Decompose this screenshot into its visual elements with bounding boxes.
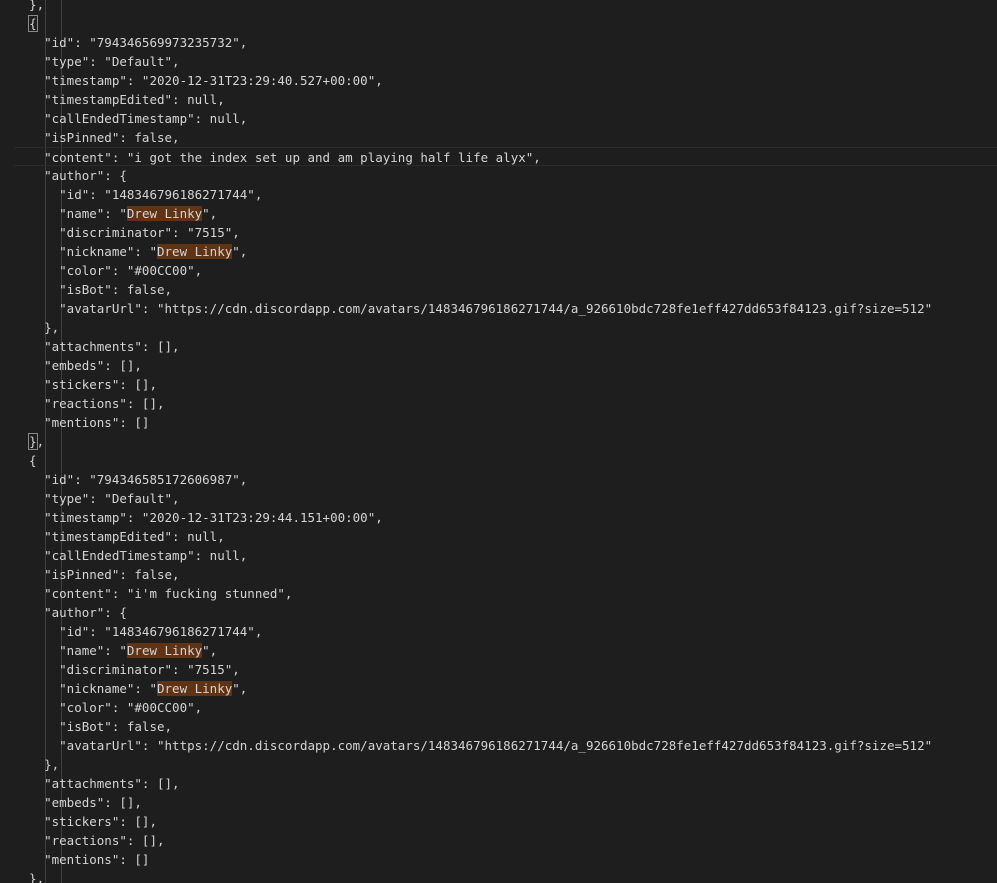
code-line[interactable]: "id": "148346796186271744",: [0, 622, 997, 641]
code-line[interactable]: "stickers": [],: [0, 812, 997, 831]
code-line[interactable]: "callEndedTimestamp": null,: [0, 546, 997, 565]
code-line[interactable]: "discriminator": "7515",: [0, 660, 997, 679]
code-line[interactable]: "name": "Drew Linky",: [0, 641, 997, 660]
code-line[interactable]: "timestampEdited": null,: [0, 90, 997, 109]
code-line[interactable]: "avatarUrl": "https://cdn.discordapp.com…: [0, 299, 997, 318]
code-line[interactable]: {: [0, 451, 997, 470]
code-line[interactable]: "color": "#00CC00",: [0, 698, 997, 717]
code-line[interactable]: "mentions": []: [0, 850, 997, 869]
code-line[interactable]: "callEndedTimestamp": null,: [0, 109, 997, 128]
code-line[interactable]: },: [0, 0, 997, 14]
search-match-highlight: Drew Linky: [157, 244, 233, 259]
code-line[interactable]: "id": "148346796186271744",: [0, 185, 997, 204]
code-line[interactable]: "content": "i'm fucking stunned",: [0, 584, 997, 603]
search-match-highlight: Drew Linky: [126, 643, 203, 658]
code-line[interactable]: "color": "#00CC00",: [0, 261, 997, 280]
code-line[interactable]: },: [0, 869, 997, 883]
code-line[interactable]: "timestampEdited": null,: [0, 527, 997, 546]
code-line[interactable]: "reactions": [],: [0, 831, 997, 850]
search-match-highlight: Drew Linky: [157, 681, 233, 696]
search-match-highlight: Drew Linky: [126, 206, 203, 221]
code-line[interactable]: "reactions": [],: [0, 394, 997, 413]
code-line[interactable]: "timestamp": "2020-12-31T23:29:44.151+00…: [0, 508, 997, 527]
code-line[interactable]: "name": "Drew Linky",: [0, 204, 997, 223]
code-line[interactable]: "embeds": [],: [0, 356, 997, 375]
code-line[interactable]: "type": "Default",: [0, 489, 997, 508]
code-line[interactable]: },: [0, 318, 997, 337]
code-line[interactable]: "author": {: [0, 166, 997, 185]
code-line[interactable]: },: [0, 432, 997, 451]
code-line[interactable]: "type": "Default",: [0, 52, 997, 71]
code-line[interactable]: {: [0, 14, 997, 33]
code-line[interactable]: "nickname": "Drew Linky",: [0, 679, 997, 698]
code-line[interactable]: "timestamp": "2020-12-31T23:29:40.527+00…: [0, 71, 997, 90]
code-line[interactable]: "id": "794346569973235732",: [0, 33, 997, 52]
code-line[interactable]: },: [0, 755, 997, 774]
code-line[interactable]: "avatarUrl": "https://cdn.discordapp.com…: [0, 736, 997, 755]
code-line[interactable]: "author": {: [0, 603, 997, 622]
code-line[interactable]: "attachments": [],: [0, 337, 997, 356]
code-line[interactable]: "discriminator": "7515",: [0, 223, 997, 242]
bracket-match: {: [28, 15, 38, 32]
code-line[interactable]: "isPinned": false,: [0, 565, 997, 584]
code-editor[interactable]: }, { "id": "794346569973235732", "type":…: [0, 0, 997, 883]
code-line[interactable]: "isPinned": false,: [0, 128, 997, 147]
code-line[interactable]: "nickname": "Drew Linky",: [0, 242, 997, 261]
bracket-match: }: [28, 433, 38, 450]
code-line[interactable]: "isBot": false,: [0, 717, 997, 736]
code-line[interactable]: "mentions": []: [0, 413, 997, 432]
code-line[interactable]: "stickers": [],: [0, 375, 997, 394]
code-line[interactable]: "attachments": [],: [0, 774, 997, 793]
code-line[interactable]: "id": "794346585172606987",: [0, 470, 997, 489]
code-line[interactable]: "embeds": [],: [0, 793, 997, 812]
code-line-current[interactable]: "content": "i got the index set up and a…: [14, 147, 997, 166]
code-line[interactable]: "isBot": false,: [0, 280, 997, 299]
